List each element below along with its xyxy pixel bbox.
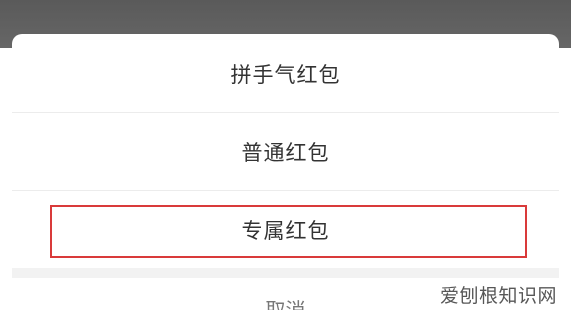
sheet-separator-band [12, 268, 559, 278]
option-label: 拼手气红包 [230, 63, 341, 87]
option-lucky-red-packet[interactable]: 拼手气红包 [12, 36, 559, 112]
option-normal-red-packet[interactable]: 普通红包 [12, 114, 559, 190]
watermark: 爱刨根知识网 [439, 285, 557, 307]
divider [12, 190, 559, 191]
divider [12, 112, 559, 113]
highlight-annotation-box [50, 205, 527, 258]
option-label: 普通红包 [241, 141, 330, 165]
screen: 拼手气红包 普通红包 专属红包 取消 爱刨根知识网 [0, 0, 571, 310]
cancel-label: 取消 [265, 298, 306, 310]
